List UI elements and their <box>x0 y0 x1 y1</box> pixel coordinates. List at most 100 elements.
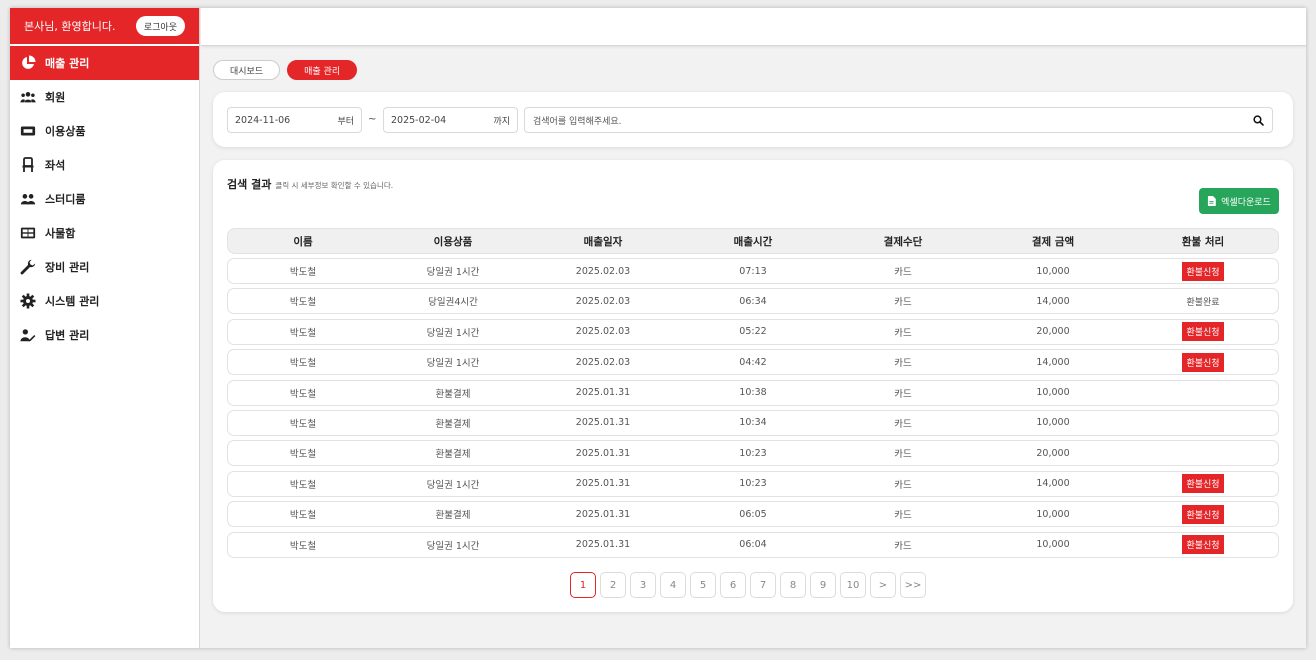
sidebar-item-label: 사물함 <box>45 227 76 240</box>
sidebar-item-label: 시스템 관리 <box>45 295 100 308</box>
start-date-input[interactable]: 2024-11-06 부터 <box>227 107 362 133</box>
excel-download-button[interactable]: 엑셀다운로드 <box>1199 188 1279 214</box>
cell-product: 당일권 1시간 <box>426 267 480 278</box>
cell-date: 2025.01.31 <box>575 539 631 551</box>
cell-product: 당일권4시간 <box>428 297 478 309</box>
file-icon <box>1208 196 1216 206</box>
app-window: 본사님, 환영합니다. 로그아웃 매출 관리회원이용상품좌석스터디룸사물함장비 … <box>10 8 1306 648</box>
cell-refund: 환불완료 <box>1128 295 1278 308</box>
cell-amount: 10,000 <box>1036 387 1070 399</box>
sidebar-item-8[interactable]: 답변 관리 <box>10 318 199 352</box>
cell-method: 카드 <box>894 479 912 491</box>
sidebar-item-7[interactable]: 시스템 관리 <box>10 284 199 318</box>
table-row[interactable]: 박도철 환불결제 2025.01.31 10:23 카드 20,000 <box>227 440 1279 467</box>
refund-request-button[interactable]: 환불신청 <box>1182 474 1224 494</box>
search-placeholder: 검색어를 입력해주세요. <box>533 116 622 127</box>
cell-date: 2025.02.03 <box>575 356 631 368</box>
cell-method: 카드 <box>894 358 912 370</box>
end-date-value: 2025-02-04 <box>391 114 447 126</box>
sidebar-header: 본사님, 환영합니다. 로그아웃 <box>10 8 199 44</box>
sidebar-item-label: 이용상품 <box>45 125 86 138</box>
cell-amount: 14,000 <box>1036 356 1070 368</box>
table-row[interactable]: 박도철 당일권 1시간 2025.02.03 05:22 카드 20,000 환불신청 <box>227 318 1279 345</box>
cell-product: 당일권 1시간 <box>426 540 480 552</box>
cell-name: 박도철 <box>289 540 317 552</box>
cell-refund: 환불신청 <box>1128 504 1278 524</box>
end-date-input[interactable]: 2025-02-04 까지 <box>383 107 518 133</box>
cell-time: 10:34 <box>739 417 767 429</box>
sidebar-item-label: 스터디룸 <box>45 193 86 206</box>
results-heading: 검색 결과 클릭 시 세부정보 확인할 수 있습니다. <box>227 176 393 192</box>
next-page-button[interactable]: > <box>870 572 896 598</box>
page-button-4[interactable]: 4 <box>660 572 686 598</box>
page-button-2[interactable]: 2 <box>600 572 626 598</box>
gear-icon <box>19 293 37 309</box>
cell-date: 2025.02.03 <box>575 295 631 307</box>
refund-request-button[interactable]: 환불신청 <box>1182 352 1224 372</box>
cell-name: 박도철 <box>289 479 317 491</box>
sidebar-item-6[interactable]: 장비 관리 <box>10 250 199 284</box>
page-button-10[interactable]: 10 <box>840 572 866 598</box>
table-body: 박도철 당일권 1시간 2025.02.03 07:13 카드 10,000 환불신청 박도철… <box>227 258 1279 562</box>
cell-date: 2025.01.31 <box>575 508 631 520</box>
results-title: 검색 결과 <box>227 178 272 191</box>
search-icon[interactable] <box>1253 114 1264 126</box>
date-range-separator: ~ <box>368 114 377 125</box>
table-row[interactable]: 박도철 당일권 1시간 2025.01.31 06:04 카드 10,000 환불신청 <box>227 531 1279 558</box>
page-button-9[interactable]: 9 <box>810 572 836 598</box>
cell-date: 2025.01.31 <box>575 387 631 399</box>
cell-time: 10:38 <box>739 387 767 399</box>
cell-refund: 환불신청 <box>1128 322 1278 342</box>
page-button-6[interactable]: 6 <box>720 572 746 598</box>
refund-request-button[interactable]: 환불신청 <box>1182 261 1224 281</box>
page-button-8[interactable]: 8 <box>780 572 806 598</box>
ticket-icon <box>19 123 37 139</box>
users-icon <box>19 89 37 105</box>
logout-button[interactable]: 로그아웃 <box>135 16 185 36</box>
last-page-button[interactable]: >> <box>900 572 926 598</box>
refund-request-button[interactable]: 환불신청 <box>1182 535 1224 555</box>
cell-amount: 10,000 <box>1036 539 1070 551</box>
table-row[interactable]: 박도철 당일권 1시간 2025.02.03 07:13 카드 10,000 환불신청 <box>227 258 1279 284</box>
sidebar-item-4[interactable]: 스터디룸 <box>10 182 199 216</box>
table-row[interactable]: 박도철 환불결제 2025.01.31 10:34 카드 10,000 <box>227 409 1279 436</box>
sidebar-item-label: 매출 관리 <box>45 57 90 70</box>
page-button-3[interactable]: 3 <box>630 572 656 598</box>
cell-time: 06:34 <box>739 295 767 307</box>
sidebar-item-2[interactable]: 이용상품 <box>10 114 199 148</box>
column-header: 매출일자 <box>583 235 623 248</box>
cell-date: 2025.02.03 <box>575 265 631 277</box>
tab-sales[interactable]: 매출 관리 <box>287 60 358 80</box>
end-date-suffix: 까지 <box>493 116 510 127</box>
start-date-suffix: 부터 <box>337 116 354 127</box>
sidebar-item-3[interactable]: 좌석 <box>10 148 199 182</box>
refund-request-button[interactable]: 환불신청 <box>1182 504 1224 524</box>
cell-name: 박도철 <box>289 418 317 430</box>
table-row[interactable]: 박도철 당일권4시간 2025.02.03 06:34 카드 14,000 환불완료 <box>227 288 1279 315</box>
cell-amount: 14,000 <box>1036 295 1070 307</box>
search-input[interactable]: 검색어를 입력해주세요. <box>524 107 1273 133</box>
cell-refund: 환불신청 <box>1128 261 1278 281</box>
sidebar-item-0[interactable]: 매출 관리 <box>10 46 199 80</box>
pie-chart-icon <box>19 55 37 71</box>
page-tabs: 대시보드 매출 관리 <box>213 60 358 80</box>
cell-product: 당일권 1시간 <box>426 358 480 370</box>
table-row[interactable]: 박도철 환불결제 2025.01.31 06:05 카드 10,000 환불신청 <box>227 501 1279 528</box>
results-panel: 검색 결과 클릭 시 세부정보 확인할 수 있습니다. 엑셀다운로드 이름 이용상… <box>213 160 1293 612</box>
page-button-1[interactable]: 1 <box>570 572 596 598</box>
table-row[interactable]: 박도철 당일권 1시간 2025.01.31 10:23 카드 14,000 환불신청 <box>227 470 1279 497</box>
cell-method: 카드 <box>894 327 912 339</box>
cell-name: 박도철 <box>289 449 317 461</box>
page-button-5[interactable]: 5 <box>690 572 716 598</box>
sidebar-item-1[interactable]: 회원 <box>10 80 199 114</box>
page-button-7[interactable]: 7 <box>750 572 776 598</box>
table-row[interactable]: 박도철 환불결제 2025.01.31 10:38 카드 10,000 <box>227 379 1279 406</box>
cell-method: 카드 <box>894 510 912 522</box>
sidebar-item-5[interactable]: 사물함 <box>10 216 199 250</box>
refund-request-button[interactable]: 환불신청 <box>1182 322 1224 342</box>
sidebar-nav: 매출 관리회원이용상품좌석스터디룸사물함장비 관리시스템 관리답변 관리 <box>10 46 199 352</box>
table-header: 이름 이용상품 매출일자 매출시간 결제수단 결제 금액 환불 처리 <box>227 228 1279 254</box>
tab-dashboard[interactable]: 대시보드 <box>213 60 281 80</box>
table-row[interactable]: 박도철 당일권 1시간 2025.02.03 04:42 카드 14,000 환불신청 <box>227 349 1279 376</box>
cell-amount: 10,000 <box>1036 508 1070 520</box>
